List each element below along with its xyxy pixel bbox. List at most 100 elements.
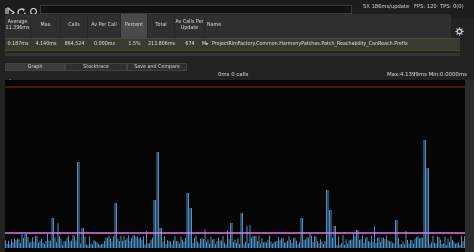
graph-bar <box>236 242 237 248</box>
graph-bar <box>182 239 183 248</box>
cell-max: 4.140ms <box>35 42 57 47</box>
graph-bar <box>296 240 297 248</box>
graph-bar <box>266 242 267 248</box>
column-name[interactable]: Name <box>205 14 451 38</box>
graph-bar <box>189 208 191 248</box>
graph-bar <box>309 233 311 248</box>
graph-bar <box>66 237 68 248</box>
graph-bar <box>312 242 314 248</box>
graph-bar <box>239 244 240 248</box>
graph-bar <box>63 241 65 248</box>
graph-bar <box>269 235 270 248</box>
timing-graph[interactable] <box>5 80 465 252</box>
graph-bar <box>167 240 168 248</box>
graph-bar <box>450 236 452 248</box>
graph-bar <box>299 242 300 248</box>
table-row[interactable]: 0.187ms 4.140ms 864,524 0.000ms 1.5% 213… <box>5 38 460 51</box>
graph-bar <box>414 238 416 248</box>
graph-bar <box>32 237 33 248</box>
graph-bar <box>257 241 258 248</box>
graph-bar <box>35 235 36 248</box>
graph-bar <box>17 238 18 248</box>
column-av-calls-per-update[interactable]: Av Calls Per Update <box>175 14 205 38</box>
vertical-scrollbar[interactable] <box>465 80 474 252</box>
gear-icon[interactable] <box>6 72 14 87</box>
graph-bar <box>254 236 255 248</box>
graph-bar <box>243 244 245 248</box>
graph-bar <box>284 242 285 248</box>
graph-bar <box>446 245 447 248</box>
fps-readout: FPS: 120 <box>414 4 437 10</box>
search-icon[interactable] <box>27 3 38 18</box>
graph-bar <box>185 237 186 248</box>
graph-bar <box>147 243 149 248</box>
graph-bar <box>278 236 279 248</box>
graph-bar <box>345 239 347 248</box>
graph-bar <box>39 241 41 248</box>
play-icon[interactable] <box>4 3 15 19</box>
graph-bar <box>353 233 354 248</box>
graph-bar <box>221 240 222 248</box>
graph-bar <box>188 193 189 248</box>
column-average[interactable]: Average 11.396ms <box>5 14 31 38</box>
graph-bar <box>359 239 360 248</box>
graph-bar <box>180 236 182 248</box>
graph-bar <box>137 236 138 248</box>
graph-bar <box>134 235 135 248</box>
tps-readout: TPS: 0(0) <box>440 4 464 10</box>
tab-save-and-compare[interactable]: Save and Compare <box>127 63 187 71</box>
graph-bar <box>174 236 176 248</box>
graph-bar <box>218 237 219 248</box>
graph-bar <box>365 238 366 248</box>
graph-bar <box>383 237 384 248</box>
search-input[interactable] <box>40 5 352 14</box>
refresh-icon[interactable] <box>16 3 27 17</box>
graph-bar <box>105 237 107 248</box>
column-percent[interactable]: Percent <box>121 14 148 38</box>
graph-bar <box>398 238 399 248</box>
graph-bar <box>372 241 374 248</box>
graph-bar <box>428 168 429 248</box>
column-total[interactable]: Total <box>148 14 175 38</box>
gear-icon[interactable] <box>455 21 464 36</box>
graph-bar <box>303 240 305 248</box>
graph-bar <box>48 240 50 248</box>
graph-bar <box>242 213 243 248</box>
graph-bar <box>279 239 281 248</box>
graph-bar <box>377 238 378 248</box>
column-calls[interactable]: Calls <box>61 14 88 38</box>
graph-bar <box>224 242 225 248</box>
graph-bar <box>90 243 92 248</box>
graph-bar <box>186 193 188 248</box>
graph-bar <box>297 244 299 248</box>
graph-bar <box>192 242 194 248</box>
column-av-per-call[interactable]: Av Per Call <box>88 14 121 38</box>
graph-bar <box>462 241 464 248</box>
graph-bar <box>57 223 59 248</box>
column-max[interactable]: Max <box>31 14 61 38</box>
graph-bar <box>12 242 14 248</box>
graph-bar <box>350 240 351 248</box>
graph-bar <box>402 241 404 248</box>
horizontal-scrollbar[interactable] <box>5 53 460 56</box>
graph-bar <box>443 243 444 248</box>
graph-bar <box>339 244 341 248</box>
graph-bar <box>30 241 32 248</box>
graph-bar <box>54 237 56 248</box>
graph-bar <box>197 241 198 248</box>
graph-bar <box>210 236 212 248</box>
graph-bar <box>143 236 144 248</box>
graph-bar <box>311 235 312 248</box>
graph-bar <box>92 244 93 248</box>
tab-stacktrace[interactable]: Stacktrace <box>65 63 127 71</box>
collapse-icon[interactable] <box>16 73 22 88</box>
graph-bar <box>233 241 234 248</box>
cell-total: 213.806ms <box>148 42 176 47</box>
graph-bar <box>374 226 375 248</box>
graph-bar <box>173 240 174 248</box>
cell-av-calls-per-update: 674 <box>185 42 195 47</box>
tab-graph[interactable]: Graph <box>5 63 65 71</box>
graph-bar <box>381 237 383 248</box>
graph-bar <box>150 239 152 248</box>
graph-bar <box>60 238 62 248</box>
